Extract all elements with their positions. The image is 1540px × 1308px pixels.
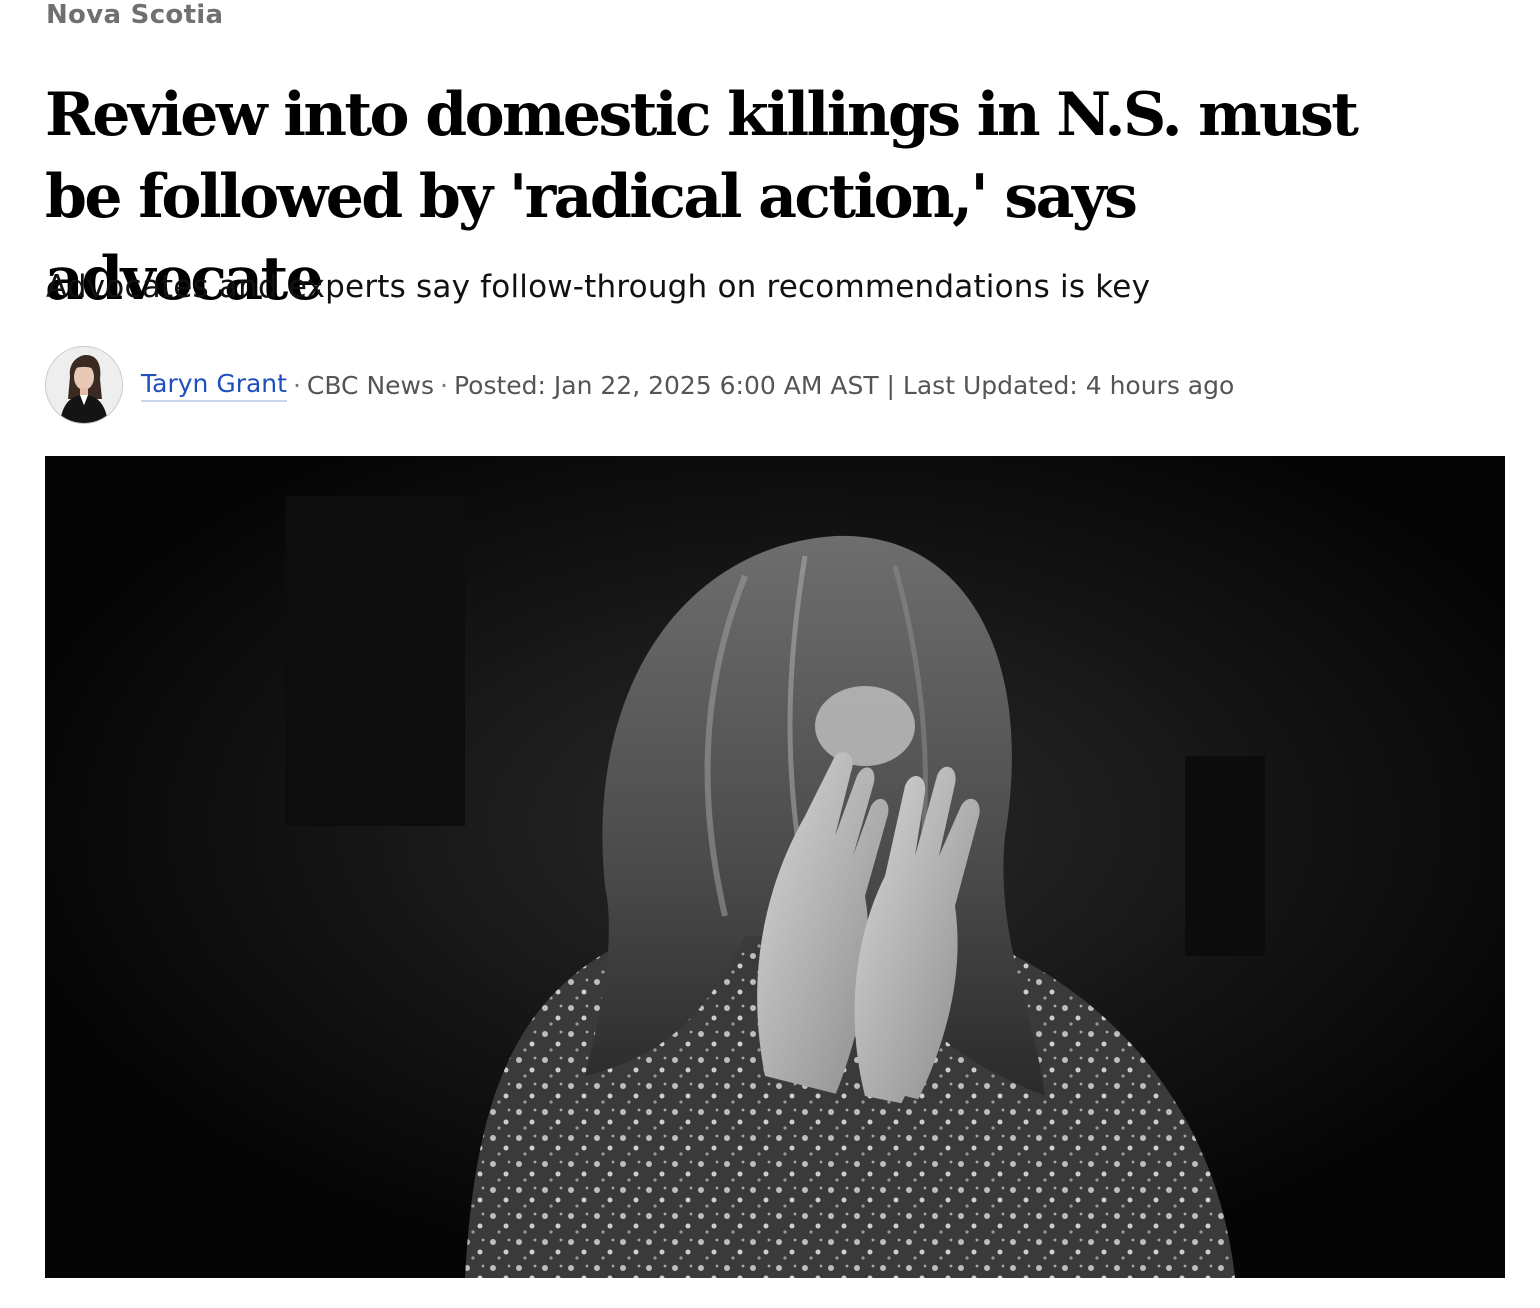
author-link[interactable]: Taryn Grant [141, 369, 287, 402]
article-deck: Advocates and experts say follow-through… [46, 269, 1151, 305]
hero-image [45, 456, 1505, 1278]
byline: Taryn Grant · CBC News · Posted: Jan 22,… [45, 345, 1234, 425]
author-photo [46, 347, 122, 423]
byline-separator: · [440, 370, 448, 400]
section-link[interactable]: Nova Scotia [46, 0, 223, 30]
author-avatar[interactable] [45, 346, 123, 424]
hero-photo [45, 456, 1505, 1278]
byline-outlet: CBC News [306, 370, 435, 400]
byline-timestamps: Posted: Jan 22, 2025 6:00 AM AST | Last … [453, 370, 1235, 400]
byline-separator: · [292, 370, 301, 400]
